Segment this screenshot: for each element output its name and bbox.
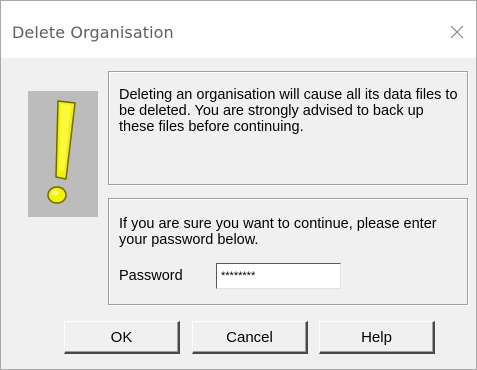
warning-message: Deleting an organisation will cause all … xyxy=(119,87,458,135)
password-label: Password xyxy=(119,268,183,284)
dialog-title: Delete Organisation xyxy=(12,23,174,42)
exclamation-warning-icon xyxy=(47,100,76,204)
close-icon xyxy=(450,25,464,39)
warning-icon-tile xyxy=(28,91,98,217)
close-button[interactable] xyxy=(444,19,470,45)
ok-button[interactable]: OK xyxy=(64,321,180,354)
title-bar: Delete Organisation xyxy=(1,1,476,58)
cancel-button[interactable]: Cancel xyxy=(192,321,308,354)
confirm-prompt: If you are sure you want to continue, pl… xyxy=(119,216,437,248)
help-button[interactable]: Help xyxy=(319,321,435,354)
password-input[interactable] xyxy=(216,263,341,289)
